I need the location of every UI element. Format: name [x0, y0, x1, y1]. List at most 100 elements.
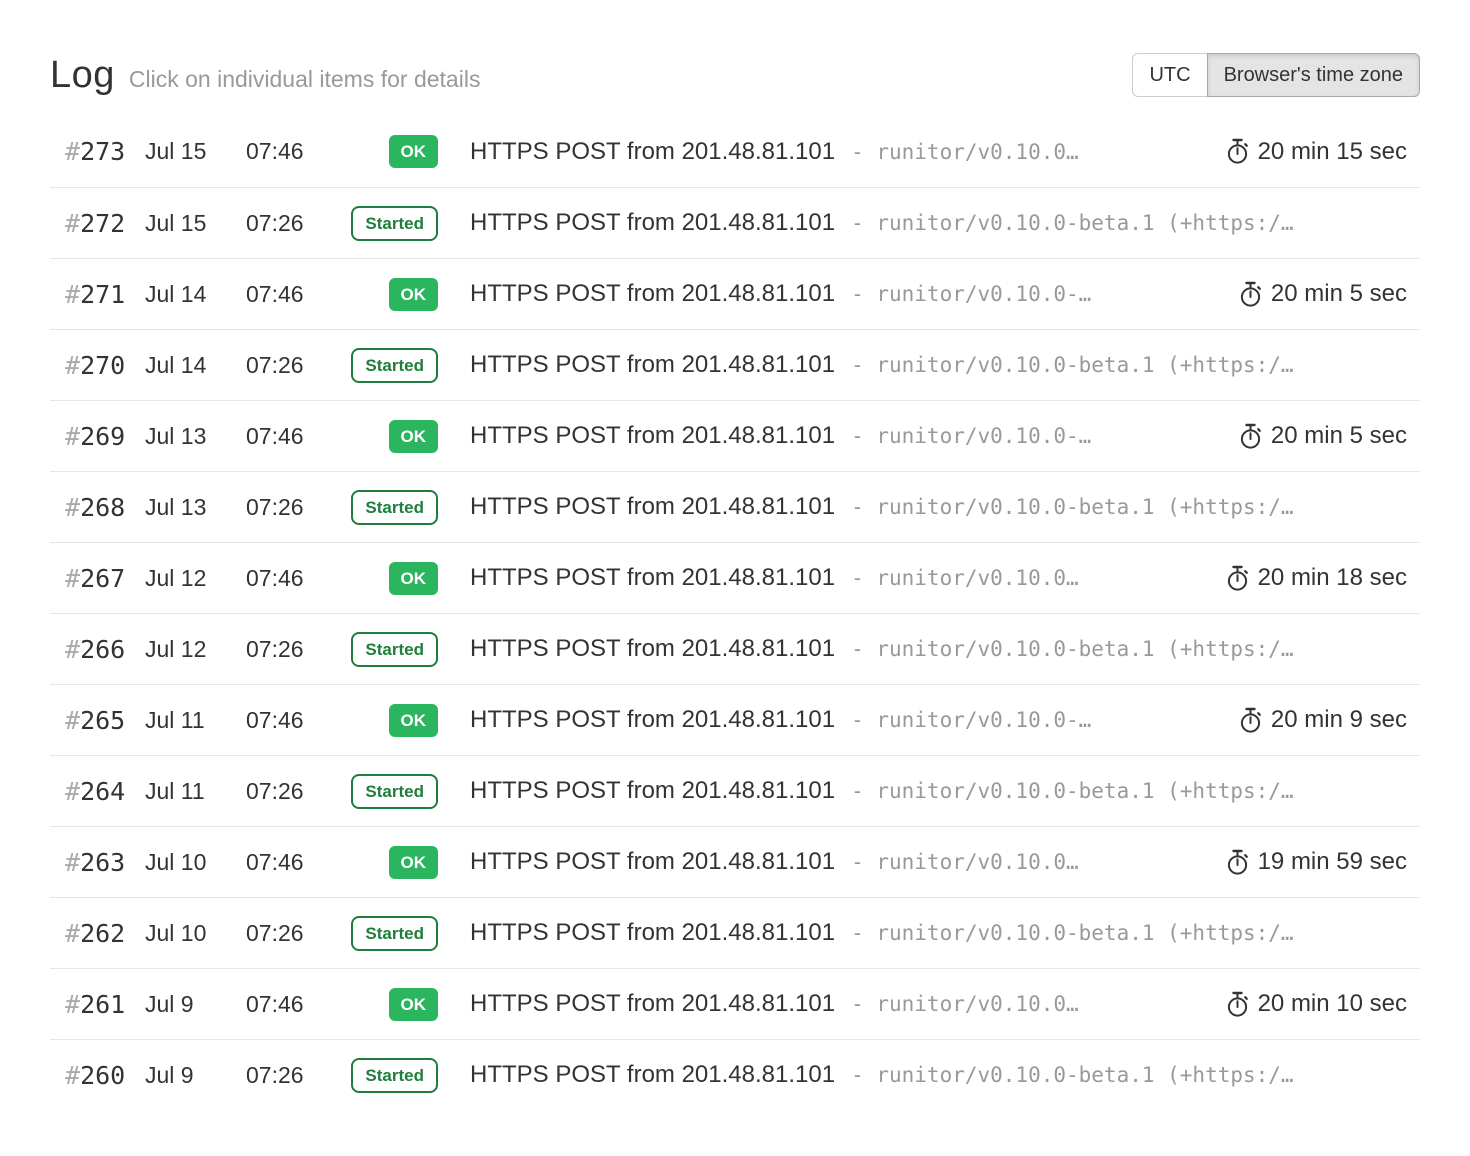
- event-id-number: 263: [80, 848, 125, 877]
- duration-text: 20 min 18 sec: [1258, 564, 1407, 592]
- utc-button[interactable]: UTC: [1132, 53, 1207, 97]
- event-user-agent: - runitor/v0.10.0-beta.1 (+https:/…: [851, 637, 1294, 661]
- event-time: 07:26: [246, 352, 341, 379]
- event-description: HTTPS POST from 201.48.81.101 - runitor/…: [470, 635, 1407, 663]
- status-badge-cell: Started: [341, 632, 438, 667]
- event-source-text: HTTPS POST from 201.48.81.101: [470, 422, 835, 450]
- log-row[interactable]: #270 Jul 14 07:26 Started HTTPS POST fro…: [50, 329, 1420, 400]
- event-duration: 20 min 5 sec: [1221, 280, 1407, 308]
- stopwatch-icon: [1226, 565, 1249, 592]
- page-subtitle: Click on individual items for details: [129, 66, 481, 93]
- event-time: 07:26: [246, 636, 341, 663]
- event-date: Jul 15: [145, 210, 246, 237]
- event-id-number: 265: [80, 706, 125, 735]
- event-duration: 20 min 15 sec: [1208, 138, 1407, 166]
- event-time: 07:46: [246, 565, 341, 592]
- event-date: Jul 13: [145, 494, 246, 521]
- log-row[interactable]: #272 Jul 15 07:26 Started HTTPS POST fro…: [50, 187, 1420, 258]
- log-row[interactable]: #266 Jul 12 07:26 Started HTTPS POST fro…: [50, 613, 1420, 684]
- event-duration: 20 min 18 sec: [1208, 564, 1407, 592]
- event-time: 07:46: [246, 707, 341, 734]
- event-date: Jul 14: [145, 281, 246, 308]
- event-user-agent: - runitor/v0.10.0-beta.1 (+https:/…: [851, 353, 1294, 377]
- event-time: 07:26: [246, 1062, 341, 1089]
- event-user-agent: - runitor/v0.10.0-beta.1 (+https:/…: [851, 779, 1294, 803]
- status-badge-cell: Started: [341, 490, 438, 525]
- log-row[interactable]: #260 Jul 9 07:26 Started HTTPS POST from…: [50, 1039, 1420, 1110]
- event-description: HTTPS POST from 201.48.81.101 - runitor/…: [470, 280, 1221, 308]
- event-user-agent: - runitor/v0.10.0…: [851, 140, 1079, 164]
- event-id-number: 267: [80, 564, 125, 593]
- event-id-hash: #: [65, 493, 80, 522]
- status-badge: Started: [351, 774, 438, 809]
- event-duration: 20 min 5 sec: [1221, 422, 1407, 450]
- event-id: #262: [65, 919, 145, 948]
- log-row[interactable]: #267 Jul 12 07:46 OK HTTPS POST from 201…: [50, 542, 1420, 613]
- event-user-agent: - runitor/v0.10.0-beta.1 (+https:/…: [851, 1063, 1294, 1087]
- event-id-hash: #: [65, 280, 80, 309]
- event-id-hash: #: [65, 919, 80, 948]
- event-description: HTTPS POST from 201.48.81.101 - runitor/…: [470, 493, 1407, 521]
- duration-text: 20 min 15 sec: [1258, 138, 1407, 166]
- event-id-number: 272: [80, 209, 125, 238]
- event-id-hash: #: [65, 990, 80, 1019]
- log-row[interactable]: #262 Jul 10 07:26 Started HTTPS POST fro…: [50, 897, 1420, 968]
- log-row[interactable]: #261 Jul 9 07:46 OK HTTPS POST from 201.…: [50, 968, 1420, 1039]
- log-row[interactable]: #269 Jul 13 07:46 OK HTTPS POST from 201…: [50, 400, 1420, 471]
- event-id: #261: [65, 990, 145, 1019]
- duration-text: 20 min 5 sec: [1271, 422, 1407, 450]
- log-row[interactable]: #271 Jul 14 07:46 OK HTTPS POST from 201…: [50, 258, 1420, 329]
- event-duration: 20 min 10 sec: [1208, 990, 1407, 1018]
- status-badge-cell: OK: [341, 846, 438, 879]
- stopwatch-icon: [1226, 849, 1249, 876]
- status-badge: OK: [389, 704, 439, 737]
- event-time: 07:26: [246, 920, 341, 947]
- event-date: Jul 12: [145, 636, 246, 663]
- event-id-hash: #: [65, 209, 80, 238]
- status-badge: OK: [389, 135, 439, 168]
- event-id-hash: #: [65, 564, 80, 593]
- event-user-agent: - runitor/v0.10.0…: [851, 992, 1079, 1016]
- event-id-number: 271: [80, 280, 125, 309]
- event-description: HTTPS POST from 201.48.81.101 - runitor/…: [470, 848, 1208, 876]
- duration-text: 20 min 10 sec: [1258, 990, 1407, 1018]
- event-date: Jul 9: [145, 991, 246, 1018]
- log-row[interactable]: #273 Jul 15 07:46 OK HTTPS POST from 201…: [50, 116, 1420, 187]
- event-source-text: HTTPS POST from 201.48.81.101: [470, 1061, 835, 1089]
- event-id-number: 270: [80, 351, 125, 380]
- duration-text: 19 min 59 sec: [1258, 848, 1407, 876]
- event-id: #272: [65, 209, 145, 238]
- log-row[interactable]: #263 Jul 10 07:46 OK HTTPS POST from 201…: [50, 826, 1420, 897]
- event-date: Jul 10: [145, 849, 246, 876]
- event-description: HTTPS POST from 201.48.81.101 - runitor/…: [470, 138, 1208, 166]
- event-time: 07:46: [246, 849, 341, 876]
- event-id-hash: #: [65, 1061, 80, 1090]
- event-time: 07:26: [246, 210, 341, 237]
- event-id-hash: #: [65, 422, 80, 451]
- event-id: #265: [65, 706, 145, 735]
- event-description: HTTPS POST from 201.48.81.101 - runitor/…: [470, 422, 1221, 450]
- event-id: #273: [65, 137, 145, 166]
- status-badge-cell: Started: [341, 206, 438, 241]
- status-badge-cell: Started: [341, 916, 438, 951]
- status-badge: Started: [351, 348, 438, 383]
- log-row[interactable]: #268 Jul 13 07:26 Started HTTPS POST fro…: [50, 471, 1420, 542]
- event-id: #267: [65, 564, 145, 593]
- log-row[interactable]: #264 Jul 11 07:26 Started HTTPS POST fro…: [50, 755, 1420, 826]
- event-id-hash: #: [65, 777, 80, 806]
- status-badge: Started: [351, 632, 438, 667]
- log-row[interactable]: #265 Jul 11 07:46 OK HTTPS POST from 201…: [50, 684, 1420, 755]
- event-time: 07:26: [246, 778, 341, 805]
- event-id: #270: [65, 351, 145, 380]
- event-source-text: HTTPS POST from 201.48.81.101: [470, 493, 835, 521]
- status-badge: OK: [389, 846, 439, 879]
- event-time: 07:26: [246, 494, 341, 521]
- event-description: HTTPS POST from 201.48.81.101 - runitor/…: [470, 990, 1208, 1018]
- duration-text: 20 min 5 sec: [1271, 280, 1407, 308]
- event-source-text: HTTPS POST from 201.48.81.101: [470, 919, 835, 947]
- event-date: Jul 11: [145, 778, 246, 805]
- event-id-number: 261: [80, 990, 125, 1019]
- browser-timezone-button[interactable]: Browser's time zone: [1207, 53, 1420, 97]
- event-id-number: 266: [80, 635, 125, 664]
- status-badge-cell: OK: [341, 278, 438, 311]
